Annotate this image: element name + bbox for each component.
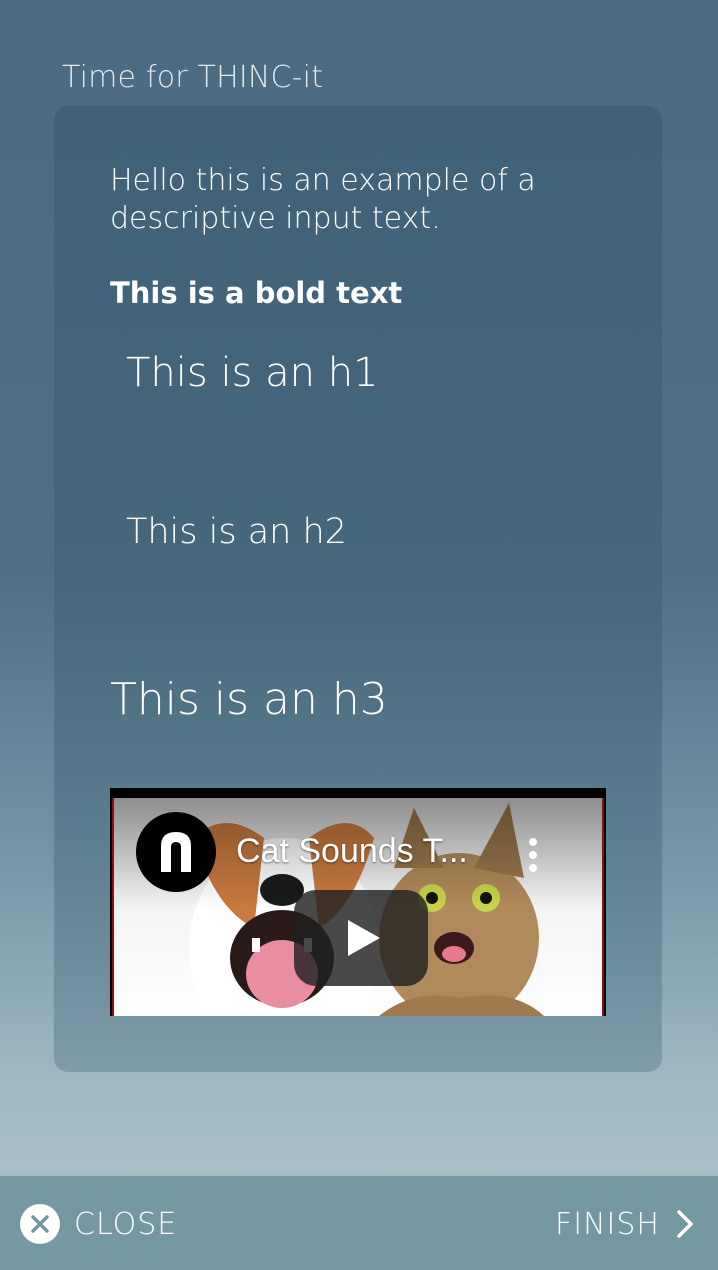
close-button[interactable]: CLOSE — [20, 1200, 177, 1248]
description-text: Hello this is an example of a descriptiv… — [110, 163, 536, 236]
finish-button[interactable]: FINISH — [555, 1200, 694, 1248]
bold-text: This is a bold text — [110, 276, 403, 310]
chevron-right-icon[interactable] — [676, 1209, 694, 1239]
heading-h2: This is an h2 — [126, 512, 347, 552]
heading-h3: This is an h3 — [110, 674, 388, 725]
video-embed[interactable]: Cat Sounds T... — [110, 788, 606, 1016]
video-title[interactable]: Cat Sounds T... — [236, 832, 468, 871]
close-icon[interactable] — [20, 1204, 60, 1244]
bottom-action-bar: CLOSE FINISH — [0, 1172, 718, 1270]
more-vertical-icon[interactable] — [528, 838, 538, 878]
finish-label[interactable]: FINISH — [555, 1207, 660, 1242]
video-thumbnail[interactable]: Cat Sounds T... — [112, 798, 604, 1016]
close-label[interactable]: CLOSE — [74, 1207, 177, 1242]
play-icon — [348, 920, 380, 956]
play-button[interactable] — [294, 890, 428, 986]
channel-logo-icon[interactable] — [136, 812, 216, 892]
content-card: Hello this is an example of a descriptiv… — [54, 106, 662, 1072]
heading-h1: This is an h1 — [126, 350, 379, 396]
page-title: Time for THINC-it — [62, 60, 324, 95]
